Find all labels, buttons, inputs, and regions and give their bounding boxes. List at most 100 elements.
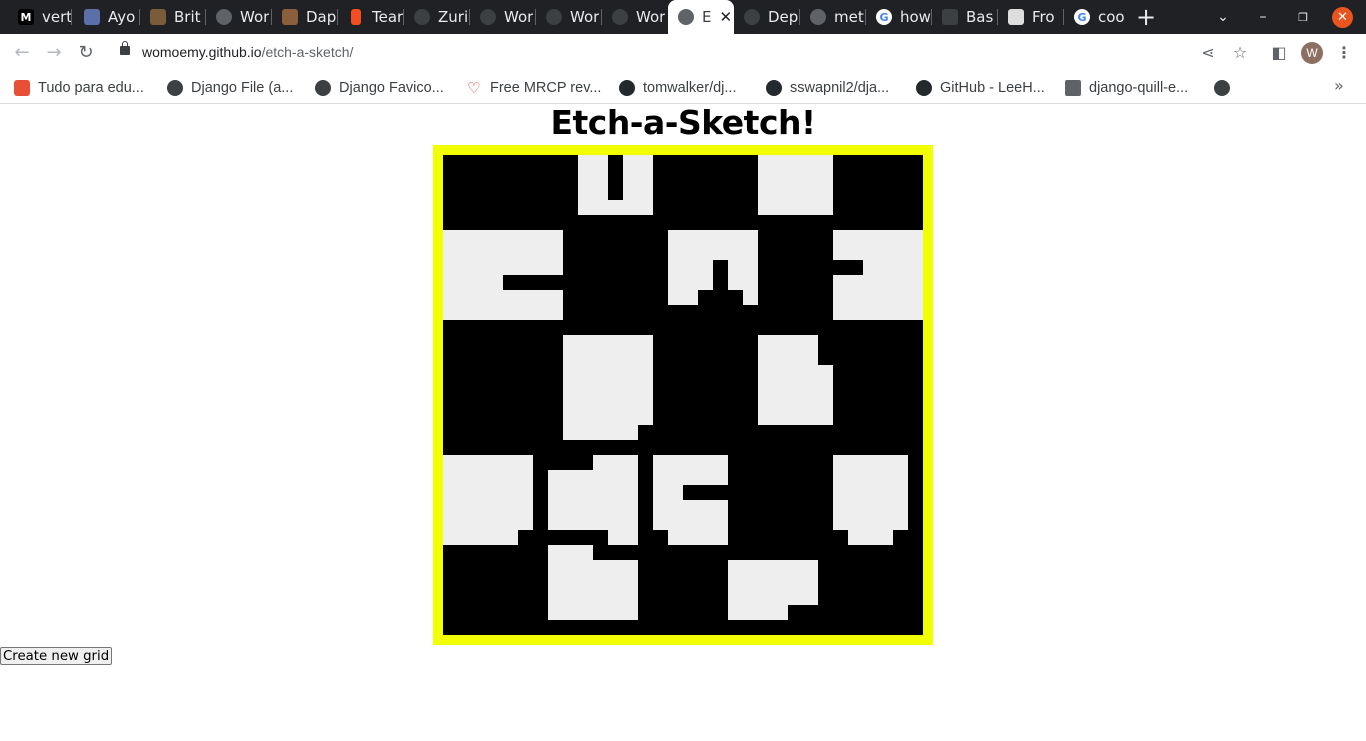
- tab-8[interactable]: Wor: [536, 0, 602, 34]
- bookmark-label: GitHub - LeeH...: [940, 80, 1045, 96]
- heart-icon: ♡: [467, 80, 481, 97]
- tab-14[interactable]: Bas: [932, 0, 998, 34]
- close-tab-icon[interactable]: ✕: [719, 8, 732, 26]
- tab-label: Dap: [306, 8, 337, 26]
- tab-label: Bas: [966, 8, 994, 26]
- grid-cell[interactable]: [653, 530, 668, 545]
- tab-label: E: [702, 8, 712, 26]
- grid-cell[interactable]: [608, 155, 623, 200]
- bookmark-8[interactable]: [1214, 78, 1238, 98]
- tab-0[interactable]: M vert: [8, 0, 72, 34]
- bookmark-label: Django File (a...: [191, 80, 294, 96]
- tab-12[interactable]: met: [800, 0, 866, 34]
- bookmark-6[interactable]: GitHub - LeeH...: [916, 78, 1045, 98]
- new-tab-button[interactable]: +: [1134, 3, 1158, 31]
- url-text: womoemy.github.io/etch-a-sketch/: [142, 44, 353, 60]
- share-icon[interactable]: ⋖: [1197, 42, 1219, 64]
- bookmark-4[interactable]: tomwalker/dj...: [619, 78, 736, 98]
- tab-label: Fro: [1032, 8, 1055, 26]
- globe-icon: [810, 9, 826, 25]
- github-icon: [546, 9, 562, 25]
- medium-icon: M: [18, 9, 34, 25]
- github-icon: [766, 80, 782, 96]
- globe-icon: [216, 9, 232, 25]
- avatar[interactable]: W: [1301, 42, 1323, 64]
- minimize-icon[interactable]: –: [1248, 0, 1278, 34]
- grid-cell[interactable]: [893, 530, 908, 545]
- bookmarks-bar: Tudo para edu... Django File (a... Djang…: [0, 72, 1366, 104]
- github-icon: [916, 80, 932, 96]
- restore-icon[interactable]: ❐: [1288, 0, 1318, 34]
- grid-cell[interactable]: [833, 230, 923, 320]
- grid-cell[interactable]: [698, 290, 743, 305]
- lock-icon: [120, 41, 130, 55]
- tab-label: Dep: [768, 8, 799, 26]
- back-icon[interactable]: ←: [10, 41, 34, 65]
- bookmark-5[interactable]: sswapnil2/dja...: [766, 78, 889, 98]
- grid-cell[interactable]: [518, 530, 533, 545]
- globe-icon: [167, 80, 183, 96]
- forward-icon[interactable]: →: [42, 41, 66, 65]
- tab-label: Wor: [240, 8, 270, 26]
- globe-icon: [315, 80, 331, 96]
- document-icon: [1065, 80, 1081, 96]
- grid-cell[interactable]: [503, 275, 563, 290]
- person-icon: [150, 9, 166, 25]
- grid-cell[interactable]: [548, 455, 593, 470]
- bookmark-star-icon[interactable]: ☆: [1229, 42, 1251, 64]
- grid-cell[interactable]: [818, 335, 833, 365]
- bookmark-3[interactable]: ♡ Free MRCP rev...: [466, 78, 601, 98]
- bookmark-1[interactable]: Django File (a...: [167, 78, 293, 98]
- address-bar[interactable]: womoemy.github.io/etch-a-sketch/: [110, 38, 1260, 68]
- tab-label: Wor: [504, 8, 534, 26]
- grid-cell[interactable]: [758, 155, 833, 215]
- reload-icon[interactable]: ↻: [74, 41, 98, 65]
- tab-6[interactable]: Zuri: [404, 0, 470, 34]
- sketch-grid[interactable]: [443, 155, 923, 635]
- tab-2[interactable]: Brit: [140, 0, 206, 34]
- tab-3[interactable]: Wor: [206, 0, 272, 34]
- grid-cell[interactable]: [683, 485, 728, 500]
- grid-cell[interactable]: [833, 530, 848, 545]
- tab-9[interactable]: Wor: [602, 0, 668, 34]
- tab-11[interactable]: Dep: [734, 0, 800, 34]
- create-new-grid-button[interactable]: Create new grid: [0, 647, 113, 665]
- tab-label: Tear: [372, 8, 404, 26]
- tab-16[interactable]: G coo: [1064, 0, 1124, 34]
- url-path: /etch-a-sketch/: [261, 44, 354, 60]
- google-icon: G: [876, 9, 892, 25]
- grid-cell[interactable]: [548, 530, 608, 545]
- tab-4[interactable]: Dap: [272, 0, 338, 34]
- figma-icon: [351, 9, 361, 25]
- side-panel-icon[interactable]: ◧: [1268, 42, 1290, 64]
- window-close-icon[interactable]: ✕: [1332, 7, 1353, 28]
- globe-icon: [1214, 80, 1230, 96]
- tab-label: Ayo: [108, 8, 136, 26]
- tab-13[interactable]: G how: [866, 0, 932, 34]
- tab-5[interactable]: Tear: [338, 0, 404, 34]
- bookmark-0[interactable]: Tudo para edu...: [14, 78, 144, 98]
- tab-15[interactable]: Fro: [998, 0, 1064, 34]
- tab-7[interactable]: Wor: [470, 0, 536, 34]
- bookmarks-overflow-icon[interactable]: »: [1334, 76, 1344, 95]
- grid-cell[interactable]: [593, 545, 638, 560]
- bookmark-label: Tudo para edu...: [38, 80, 144, 96]
- bookmark-label: sswapnil2/dja...: [790, 80, 890, 96]
- tab-10-active[interactable]: E ✕: [668, 0, 734, 34]
- tab-label: Wor: [570, 8, 600, 26]
- globe-icon: [678, 9, 694, 25]
- tab-label: Brit: [174, 8, 201, 26]
- bookmark-2[interactable]: Django Favico...: [315, 78, 444, 98]
- tab-search-icon[interactable]: ⌄: [1208, 0, 1238, 34]
- grid-cell[interactable]: [833, 260, 863, 275]
- tab-1[interactable]: Ayo: [74, 0, 140, 34]
- tab-label: how: [900, 8, 931, 26]
- bookmark-label: django-quill-e...: [1089, 80, 1189, 96]
- grid-cell[interactable]: [638, 425, 653, 440]
- sketch-frame: [433, 145, 933, 645]
- rainbow-icon: [14, 80, 30, 96]
- github-icon: [744, 9, 760, 25]
- bookmark-7[interactable]: django-quill-e...: [1065, 78, 1188, 98]
- menu-icon[interactable]: ⋮: [1333, 42, 1355, 64]
- grid-cell[interactable]: [788, 605, 818, 620]
